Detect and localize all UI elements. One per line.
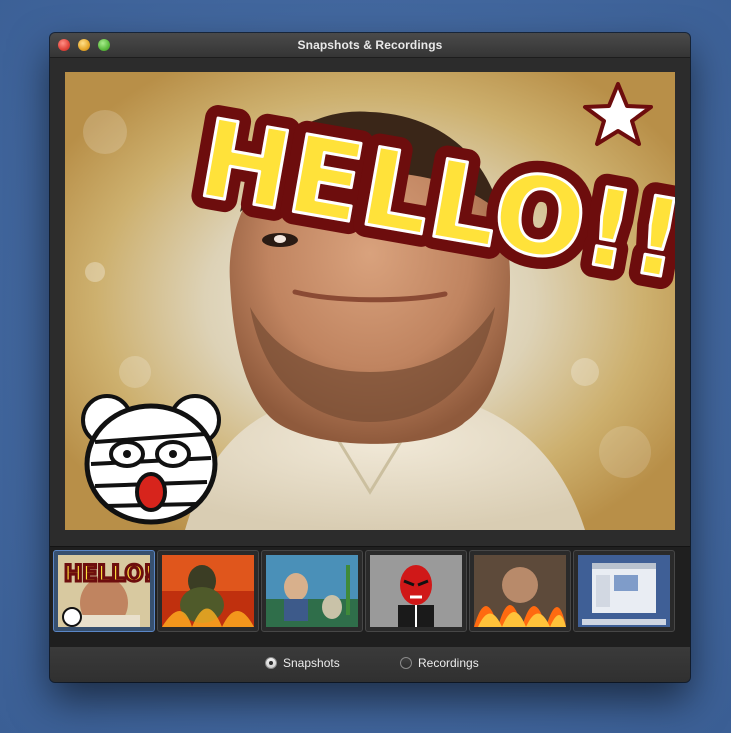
mummy-bear-sticker [81,394,221,525]
thumbnail-image [578,555,670,627]
snapshot-preview[interactable]: HELLO!! HELLO!! [65,72,675,530]
thumbnail-image [370,555,462,627]
thumbnail-hello-text: HELLO!! [64,562,150,587]
thumbnail-strip[interactable]: HELLO!! [50,546,690,648]
thumbnail-image [474,555,566,627]
thumbnail-image [162,555,254,627]
thumbnail-item[interactable] [261,550,363,632]
title-bar[interactable]: Snapshots & Recordings [50,33,690,58]
preview-image: HELLO!! HELLO!! [65,72,675,530]
bottom-bar: Snapshots Recordings [50,647,690,682]
preview-area: HELLO!! HELLO!! [50,58,690,546]
app-window: Snapshots & Recordings HELLO!! HELLO!! H… [50,33,690,682]
thumbnail-image [266,555,358,627]
radio-unselected-icon[interactable] [400,657,412,669]
thumbnail-item[interactable] [365,550,467,632]
thumbnail-item[interactable]: HELLO!! [53,550,155,632]
thumbnail-item[interactable] [469,550,571,632]
snapshots-radio[interactable]: Snapshots [265,656,340,670]
recordings-label: Recordings [418,656,479,670]
window-title: Snapshots & Recordings [297,38,443,52]
thumbnail-item[interactable] [573,550,675,632]
snapshots-label: Snapshots [283,656,340,670]
recordings-radio[interactable]: Recordings [400,656,479,670]
radio-selected-icon[interactable] [265,657,277,669]
thumbnail-item[interactable] [157,550,259,632]
thumbnail-image: HELLO!! [58,555,150,627]
